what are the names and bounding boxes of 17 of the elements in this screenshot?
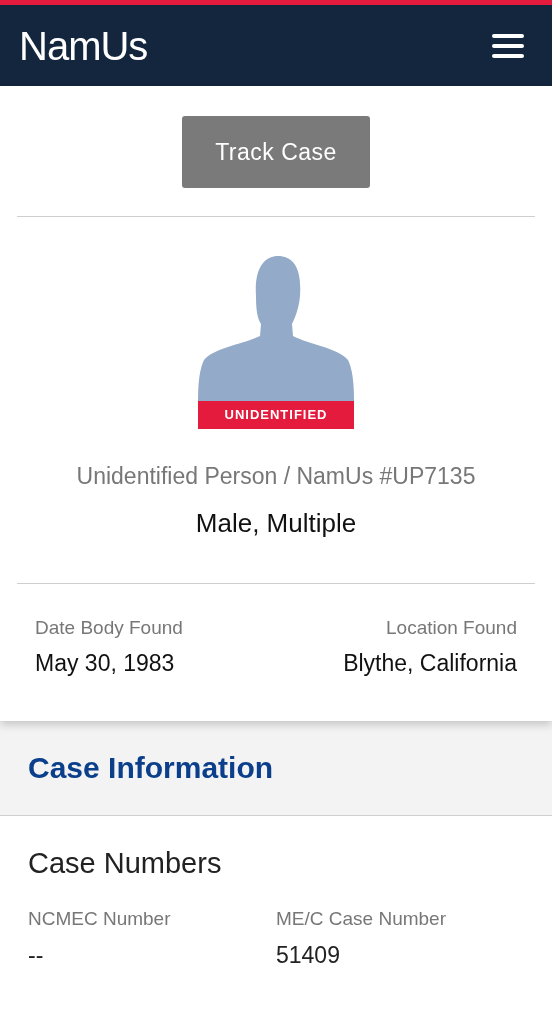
track-case-button[interactable]: Track Case	[182, 116, 370, 188]
case-numbers-title: Case Numbers	[28, 845, 223, 881]
detail-value: Blythe, California	[343, 649, 517, 678]
field-value: 51409	[276, 940, 341, 970]
detail-value: May 30, 1983	[35, 649, 175, 678]
field-label: NCMEC Number	[28, 907, 172, 931]
logo[interactable]: NamUs	[19, 25, 148, 66]
status-badge: UNIDENTIFIED	[198, 401, 354, 429]
field-value: --	[28, 940, 45, 970]
section-title: Case Information	[28, 750, 274, 786]
detail-label: Location Found	[386, 615, 517, 640]
case-title: Unidentified Person / NamUs #UP7135	[76, 462, 476, 491]
field-label: ME/C Case Number	[276, 907, 447, 931]
detail-label: Date Body Found	[35, 615, 183, 640]
menu-icon[interactable]	[492, 33, 524, 58]
case-subtitle: Male, Multiple	[195, 506, 357, 540]
avatar-silhouette-icon	[198, 256, 354, 401]
